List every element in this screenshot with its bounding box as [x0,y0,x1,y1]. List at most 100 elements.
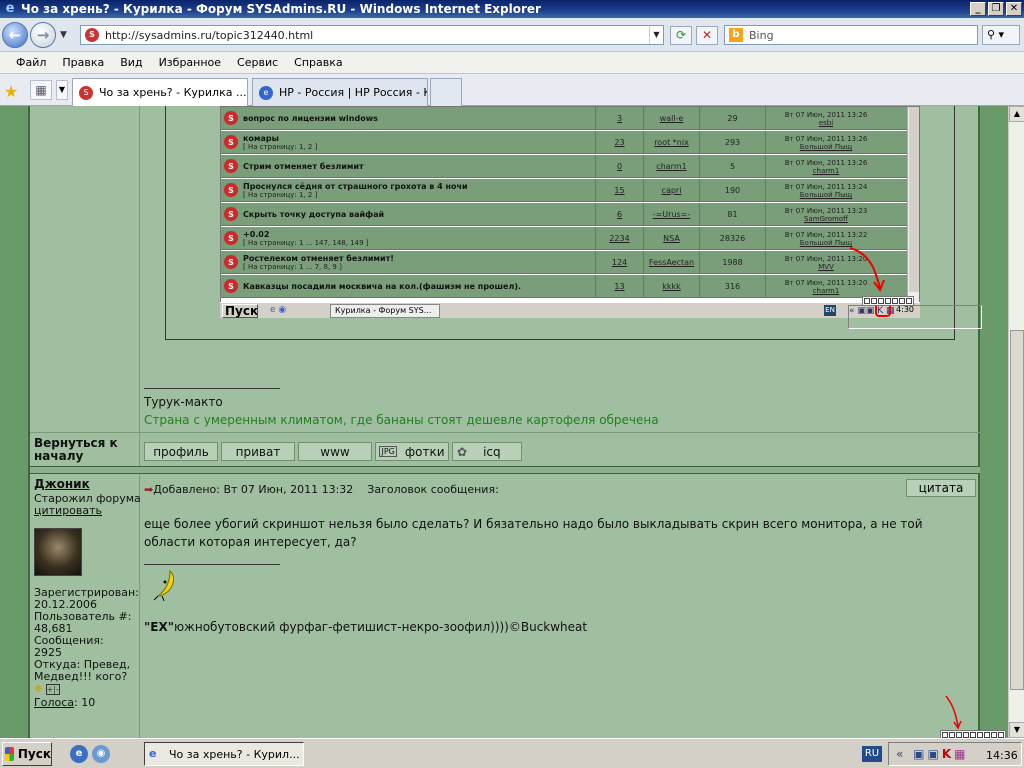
screenshot-topic-row: S +0.02[ На страницу: 1 ... 147, 148, 149… [221,227,909,250]
scroll-up-icon[interactable]: ▲ [1009,106,1024,122]
topic-last-post: Вт 07 Июн, 2011 13:26 charm1 [766,155,886,178]
menu-help[interactable]: Справка [286,56,350,69]
tab-hp[interactable]: e HP - Россия | HP Россия - К... [252,78,428,106]
topic-replies: 124 [596,251,644,274]
signature: "EX"южнобутовский фурфаг-фетишист-некро-… [144,620,587,634]
screenshot-window-button: Курилка - Форум SYS... [330,304,440,318]
post-divider [30,432,980,433]
taskbar-window-button[interactable]: e Чо за хрень? - Курил... [144,742,304,766]
last-post-author: SamGromoff [804,214,848,223]
search-box[interactable]: b Bing [724,25,978,45]
close-button[interactable]: ✕ [1006,2,1022,16]
window-title: Чо за хрень? - Курилка - Форум SYSAdmins… [21,2,541,16]
menu-favorites[interactable]: Избранное [151,56,229,69]
icq-button[interactable]: ✿ icq [452,442,522,461]
ie-quicklaunch-icon[interactable]: e [70,745,88,763]
embedded-screenshot: Sвопрос по лицензии windows 3 wall-e 29 Вт 0… [165,106,982,340]
votes: Голоса: 10 [34,696,95,709]
site-favicon-icon: S [85,28,99,42]
favorites-star-icon[interactable]: ★ [4,82,18,101]
vertical-scrollbar[interactable]: ▲ ▼ [1008,106,1024,738]
language-indicator[interactable]: RU [862,746,882,762]
back-button[interactable]: ← [2,22,28,48]
screenshot-lang: EN [824,305,836,316]
posted-date: Добавлено: Вт 07 Июн, 2011 13:32 [153,483,354,496]
new-tab-button[interactable] [430,78,462,106]
bing-icon: b [729,28,743,42]
topic-views: 29 [700,107,766,130]
author-name-link[interactable]: Джоник [34,477,90,491]
quick-tabs-icon[interactable]: ▦ [30,80,52,100]
stop-button[interactable]: ✕ [696,26,718,45]
topic-title: Кавказцы посадили москвича на кол.(фашиз… [243,282,522,291]
screenshot-topic-row: Sвопрос по лицензии windows 3 wall-e 29 Вт 0… [221,107,909,130]
last-post-author: charm1 [812,166,840,175]
votes-link[interactable]: Голоса [34,696,74,709]
topic-title: вопрос по лицензии windows [243,114,378,123]
menu-edit[interactable]: Правка [54,56,112,69]
signature-divider [144,564,280,565]
topic-last-post: Вт 07 Июн, 2011 13:23 SamGromoff [766,203,886,226]
tab-forum[interactable]: S Чо за хрень? - Курилка ... ✕ [72,78,248,106]
topic-replies: 3 [596,107,644,130]
screenshot-topic-list: Sвопрос по лицензии windows 3 wall-e 29 Вт 0… [220,106,920,318]
maximize-button[interactable]: ❐ [988,2,1004,16]
tab-list-dropdown-icon[interactable]: ▼ [56,80,68,100]
post-arrow-icon: ➡ [144,483,154,496]
screenshot-start: Пуск [222,304,258,318]
quote-button[interactable]: цитата [906,479,976,497]
ie-icon: e [5,1,15,16]
last-post-author: esbi [818,118,834,127]
screenshot-taskbar: Пуск e ◉ Курилка - Форум SYS... EN « ▣▣ … [220,302,982,329]
address-bar[interactable]: S http://sysadmins.ru/topic312440.html ▼ [80,25,664,45]
forward-button[interactable]: → [30,22,56,48]
menu-bar: Файл Правка Вид Избранное Сервис Справка [0,52,1024,74]
topic-views: 1988 [700,251,766,274]
topic-s-icon: S [224,255,238,269]
last-post-date: Вт 07 Июн, 2011 13:22 [784,230,868,239]
last-post-date: Вт 07 Июн, 2011 13:24 [784,182,868,191]
topic-author: charm1 [644,155,700,178]
address-dropdown-icon[interactable]: ▼ [649,26,663,44]
site-favicon-icon: S [79,85,93,100]
last-post-date: Вт 07 Июн, 2011 13:26 [784,134,868,143]
start-button[interactable]: Пуск [2,742,52,766]
topic-author: wall-e [644,107,700,130]
avatar [34,528,82,576]
refresh-button[interactable]: ⟳ [670,26,692,45]
search-button[interactable]: ⚲ ▾ [982,25,1020,45]
profile-button[interactable]: профиль [144,442,218,461]
tab-label: Чо за хрень? - Курилка ... [99,86,247,99]
scroll-down-icon[interactable]: ▼ [1009,722,1024,738]
topic-replies: 15 [596,179,644,202]
menu-view[interactable]: Вид [112,56,150,69]
quote-link[interactable]: цитировать [34,504,102,517]
scroll-thumb[interactable] [1010,330,1024,690]
photos-label: фотки [404,444,445,459]
clock: 14:36 [986,749,1018,762]
plus-minus-icon[interactable]: +|- [45,684,60,695]
menu-file[interactable]: Файл [8,56,54,69]
title-bar: e Чо за хрень? - Курилка - Форум SYSAdmi… [0,0,1024,18]
menu-tools[interactable]: Сервис [229,56,286,69]
history-dropdown-icon[interactable]: ▼ [60,30,67,40]
address-toolbar: ← → ▼ S http://sysadmins.ru/topic312440.… [0,18,1024,52]
icq-flower-icon: ✿ [457,444,468,459]
post-separator [30,466,980,474]
signature-bold: "EX" [144,620,174,634]
www-button[interactable]: www [298,442,372,461]
desktop-quicklaunch-icon[interactable]: ◉ [92,745,110,763]
topic-views: 316 [700,275,766,298]
pm-button[interactable]: приват [221,442,295,461]
topic-replies: 13 [596,275,644,298]
minimize-button[interactable]: _ [970,2,986,16]
last-post-author: charm1 [812,286,840,295]
photos-button[interactable]: JPG фотки [375,442,449,461]
tray-icons[interactable]: « ▣▣K▦ [896,747,969,761]
topic-views: 5 [700,155,766,178]
subject-label: Заголовок сообщения: [367,483,499,496]
topic-views: 81 [700,203,766,226]
back-to-top-link[interactable]: Вернуться к началу [34,437,138,463]
topic-title: комары [243,134,279,143]
topic-title: Скрыть точку доступа вайфай [243,210,385,219]
